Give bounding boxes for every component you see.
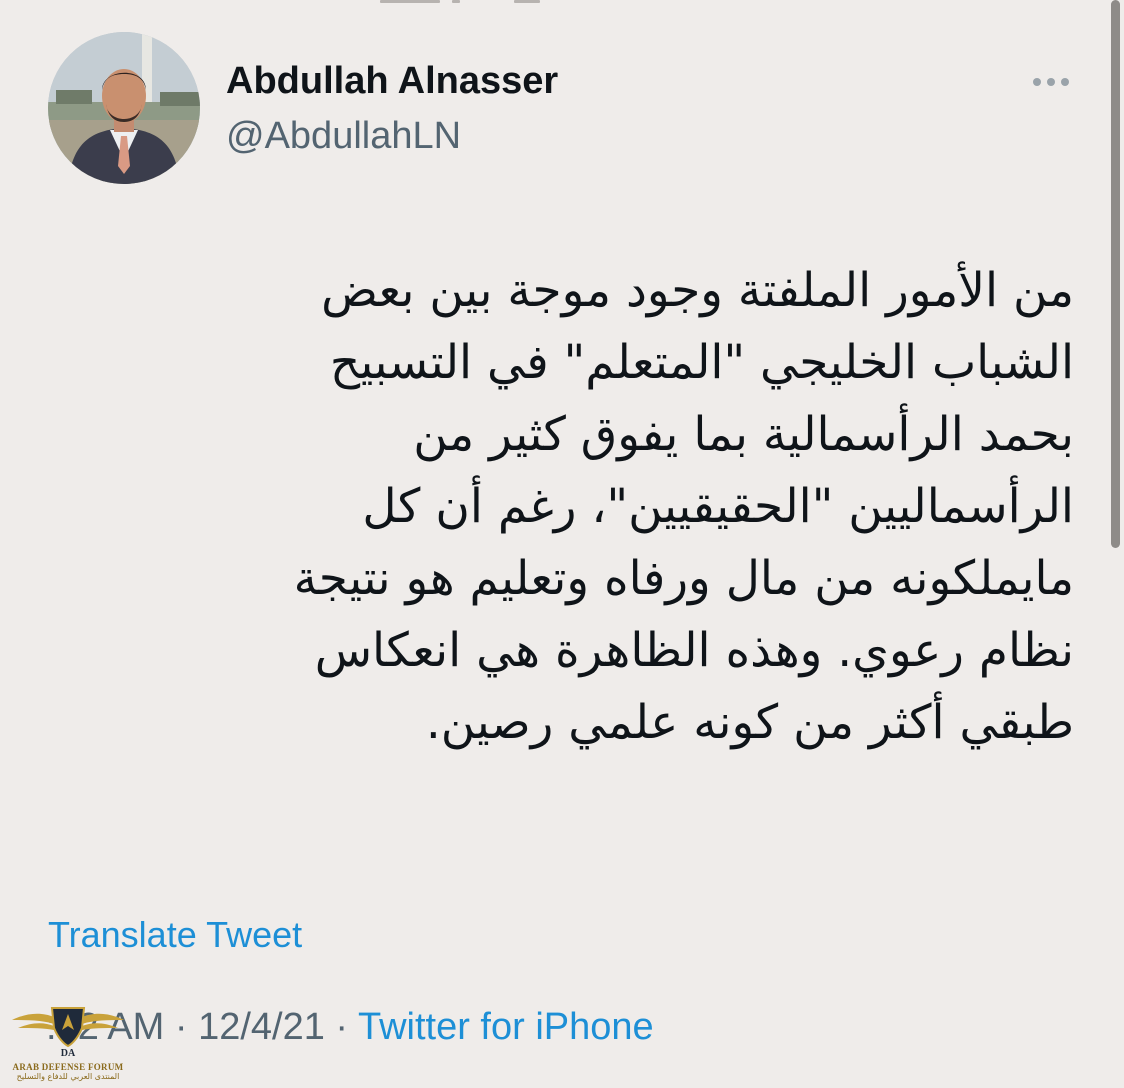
tweet-metadata: :32 AM · 12/4/21 · Twitter for iPhone xyxy=(46,1006,654,1049)
profile-photo-icon xyxy=(48,32,200,184)
author-display-name[interactable]: Abdullah Alnasser xyxy=(226,60,558,103)
meta-separator: · xyxy=(324,1006,358,1048)
tweet-text: من الأمور الملفتة وجود موجة بين بعض الشب… xyxy=(293,263,1074,750)
avatar[interactable] xyxy=(48,32,200,184)
translate-tweet-link[interactable]: Translate Tweet xyxy=(48,914,302,956)
meta-separator: · xyxy=(164,1006,199,1048)
watermark-subtitle: المنتدى العربي للدفاع والتسليح xyxy=(16,1072,120,1081)
previous-tweet-fragment xyxy=(380,0,540,4)
author-handle[interactable]: @AbdullahLN xyxy=(226,115,461,158)
tweet-date[interactable]: 12/4/21 xyxy=(198,1006,325,1048)
watermark-monogram: DA xyxy=(61,1048,76,1059)
more-options-button[interactable] xyxy=(1026,66,1076,98)
watermark-logo: DA ARAB DEFENSE FORUM المنتدى العربي للد… xyxy=(8,990,128,1086)
shield-wings-icon: DA xyxy=(12,1007,124,1059)
watermark-title: ARAB DEFENSE FORUM xyxy=(12,1062,124,1072)
tweet-source-link[interactable]: Twitter for iPhone xyxy=(358,1006,654,1048)
scrollbar[interactable] xyxy=(1111,0,1120,548)
more-options-icon xyxy=(1033,78,1069,86)
